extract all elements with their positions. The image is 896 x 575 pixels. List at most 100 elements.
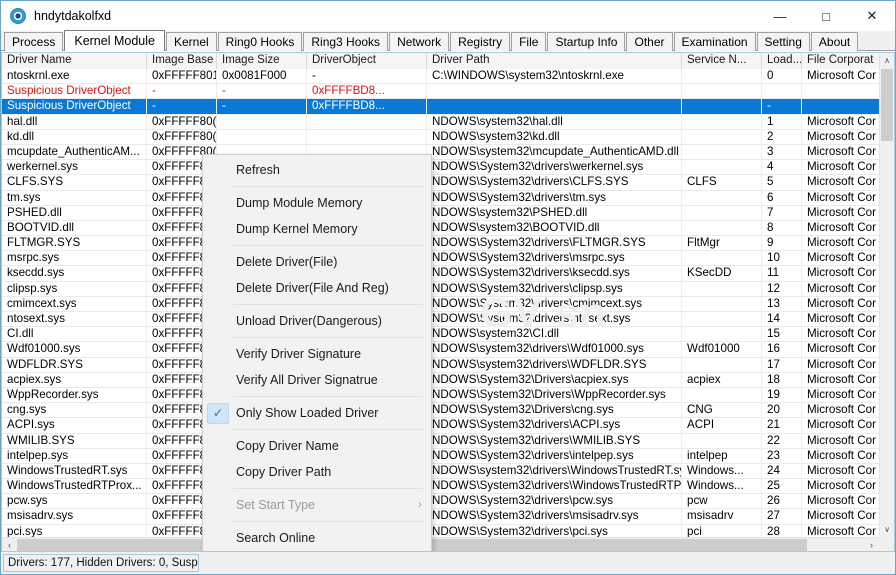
- cell-5: [682, 281, 762, 297]
- cell-7: Microsoft Cor: [807, 418, 876, 432]
- maximize-button[interactable]: □: [803, 1, 849, 31]
- cell-5: CLFS: [682, 175, 762, 191]
- cell-7: Microsoft Cor: [807, 251, 876, 265]
- table-row[interactable]: Suspicious DriverObject - -0xFFFFBD8...: [2, 84, 894, 100]
- menu-item-verify-all-driver-signatrue[interactable]: Verify All Driver Signatrue: [203, 367, 431, 393]
- column-header-0[interactable]: Driver Name: [2, 53, 147, 69]
- cell-5: [682, 327, 762, 343]
- cell-5: [682, 190, 762, 206]
- cell-4: NDOWS\System32\drivers\werkernel.sys: [427, 160, 682, 176]
- menu-item-only-show-loaded-driver[interactable]: ✓ Only Show Loaded Driver: [203, 400, 431, 426]
- table-row[interactable]: BOOTVID.dll 0xFFFFF80(NDOWS\system32\BOOT…: [2, 220, 894, 237]
- table-row[interactable]: hal.dll 0xFFFFF80(NDOWS\system32\hal.dll 1…: [2, 114, 894, 130]
- tab-ring0-hooks[interactable]: Ring0 Hooks: [217, 32, 303, 51]
- table-row[interactable]: FLTMGR.SYS 0xFFFFF80(NDOWS\System32\drive…: [2, 236, 894, 252]
- menu-item-dump-module-memory[interactable]: Dump Module Memory: [203, 190, 431, 216]
- table-row[interactable]: ACPI.sys 0xFFFFF80(NDOWS\System32\drivers…: [2, 418, 894, 434]
- cell-6: 1: [762, 114, 802, 130]
- table-row[interactable]: CI.dll 0xFFFFF80(NDOWS\system32\CI.dll 15 M…: [2, 327, 894, 343]
- scroll-left-icon[interactable]: ‹: [2, 538, 17, 552]
- table-row[interactable]: msrpc.sys 0xFFFFF80(NDOWS\System32\driver…: [2, 251, 894, 267]
- cell-7: Microsoft Cor: [807, 448, 876, 462]
- table-row[interactable]: clipsp.sys 0xFFFFF80(NDOWS\System32\drive…: [2, 281, 894, 297]
- table-row[interactable]: WMILIB.SYS 0xFFFFF80(NDOWS\System32\drive…: [2, 433, 894, 449]
- menu-item-copy-driver-name[interactable]: Copy Driver Name: [203, 433, 431, 459]
- tab-setting[interactable]: Setting: [756, 32, 810, 51]
- close-button[interactable]: ✕: [849, 1, 895, 31]
- cell-5: Windows...: [682, 479, 762, 495]
- table-row[interactable]: WindowsTrustedRT.sys 0xFFFFF80(NDOWS\syst…: [2, 463, 894, 480]
- column-header-1[interactable]: Image Base: [147, 53, 217, 69]
- menu-item-search-online[interactable]: Search Online: [203, 525, 431, 551]
- scroll-up-icon[interactable]: ∧: [880, 53, 894, 68]
- table-row[interactable]: intelpep.sys 0xFFFFF80(NDOWS\System32\dri…: [2, 448, 894, 464]
- tab-ring3-hooks[interactable]: Ring3 Hooks: [303, 32, 389, 51]
- tab-startup-info[interactable]: Startup Info: [547, 32, 626, 51]
- tab-process[interactable]: Process: [4, 32, 64, 51]
- cell-6: 20: [762, 403, 802, 419]
- menu-separator: [233, 186, 423, 187]
- table-row[interactable]: ntoskrnl.exe0xFFFFF801...0x0081F000-C:\W…: [2, 69, 894, 85]
- horizontal-scrollbar[interactable]: ‹ ›: [2, 537, 879, 551]
- column-header-7[interactable]: File Corporat: [802, 53, 882, 69]
- menu-item-delete-driver-file-and-reg[interactable]: Delete Driver(File And Reg): [203, 275, 431, 301]
- cell-6: 10: [762, 251, 802, 267]
- table-row[interactable]: Suspicious DriverObject - -0xFFFFBD8... -: [2, 99, 894, 115]
- table-row[interactable]: WDFLDR.SYS 0xFFFFF80(NDOWS\system32\drive…: [2, 357, 894, 373]
- menu-item-analyse-online[interactable]: Analyse Online: [203, 551, 431, 552]
- column-header-3[interactable]: DriverObject: [307, 53, 427, 69]
- tab-about[interactable]: About: [810, 32, 859, 51]
- table-row[interactable]: acpiex.sys 0xFFFFF80(NDOWS\System32\Drive…: [2, 372, 894, 388]
- tab-network[interactable]: Network: [389, 32, 450, 51]
- menu-item-dump-kernel-memory[interactable]: Dump Kernel Memory: [203, 216, 431, 242]
- cell-4: NDOWS\System32\drivers\WindowsTrustedRTP…: [427, 479, 682, 495]
- tab-kernel-module[interactable]: Kernel Module: [64, 30, 165, 51]
- tab-kernel[interactable]: Kernel: [165, 32, 217, 51]
- minimize-button[interactable]: —: [757, 1, 803, 31]
- table-row[interactable]: PSHED.dll 0xFFFFF80(NDOWS\system32\PSHED.…: [2, 205, 894, 221]
- table-row[interactable]: ntosext.sys 0xFFFFF80(NDOWS\System32\driv…: [2, 312, 894, 328]
- menu-separator: [233, 429, 423, 430]
- table-row[interactable]: werkernel.sys 0xFFFFF80(NDOWS\System32\dr…: [2, 160, 894, 176]
- scroll-right-icon[interactable]: ›: [864, 538, 879, 552]
- tab-registry[interactable]: Registry: [450, 32, 511, 51]
- table-row[interactable]: ksecdd.sys 0xFFFFF80(NDOWS\System32\drive…: [2, 266, 894, 282]
- table-row[interactable]: WindowsTrustedRTProx... 0xFFFFF80(NDOWS\S…: [2, 479, 894, 495]
- cell-7: [802, 84, 882, 99]
- table-row[interactable]: kd.dll 0xFFFFF80(NDOWS\system32\kd.dll 2 Mi…: [2, 129, 894, 145]
- table-row[interactable]: cng.sys 0xFFFFF80(NDOWS\System32\Drivers\…: [2, 403, 894, 419]
- cell-4: NDOWS\System32\drivers\ACPI.sys: [427, 418, 682, 434]
- table-row[interactable]: tm.sys 0xFFFFF80(NDOWS\System32\drivers\t…: [2, 190, 894, 206]
- tab-other[interactable]: Other: [626, 32, 673, 51]
- cell-7: Microsoft Cor: [807, 236, 876, 250]
- table-row[interactable]: pcw.sys 0xFFFFF80(NDOWS\System32\drivers\…: [2, 494, 894, 510]
- menu-item-refresh[interactable]: Refresh: [203, 157, 431, 183]
- column-header-4[interactable]: Driver Path: [427, 53, 682, 69]
- menu-item-label: Refresh: [236, 163, 280, 177]
- menu-item-copy-driver-path[interactable]: Copy Driver Path: [203, 459, 431, 485]
- table-row[interactable]: WppRecorder.sys 0xFFFFF80(NDOWS\System32\…: [2, 387, 894, 404]
- cell-7: Microsoft Cor: [807, 509, 876, 523]
- vertical-scrollbar[interactable]: ∧ ∨: [879, 53, 894, 537]
- column-header-2[interactable]: Image Size: [217, 53, 307, 69]
- cell-2: -: [217, 84, 307, 100]
- cell-4: NDOWS\System32\drivers\clipsp.sys: [427, 281, 682, 297]
- vertical-scroll-thumb[interactable]: [881, 69, 893, 141]
- tab-file[interactable]: File: [511, 32, 547, 51]
- menu-separator: [233, 245, 423, 246]
- column-header-6[interactable]: Load...: [762, 53, 802, 69]
- menu-item-verify-driver-signature[interactable]: Verify Driver Signature: [203, 341, 431, 367]
- table-row[interactable]: CLFS.SYS 0xFFFFF80(NDOWS\System32\drivers…: [2, 175, 894, 191]
- menu-check-slot: [203, 433, 233, 459]
- table-row[interactable]: msisadrv.sys 0xFFFFF80(NDOWS\System32\dri…: [2, 509, 894, 525]
- cell-5: [682, 312, 762, 328]
- menu-item-unload-driver-dangerous[interactable]: Unload Driver(Dangerous): [203, 308, 431, 334]
- table-row[interactable]: mcupdate_AuthenticAM... 0xFFFFF80(NDOWS\s…: [2, 144, 894, 161]
- table-row[interactable]: Wdf01000.sys 0xFFFFF80(NDOWS\system32\dri…: [2, 342, 894, 358]
- horizontal-scroll-track[interactable]: [17, 538, 864, 552]
- scroll-down-icon[interactable]: ∨: [880, 522, 894, 537]
- table-row[interactable]: cmimcext.sys 0xFFFFF80(NDOWS\System32\dri…: [2, 296, 894, 312]
- column-header-5[interactable]: Service N...: [682, 53, 762, 69]
- menu-item-delete-driver-file[interactable]: Delete Driver(File): [203, 249, 431, 275]
- tab-examination[interactable]: Examination: [673, 32, 756, 51]
